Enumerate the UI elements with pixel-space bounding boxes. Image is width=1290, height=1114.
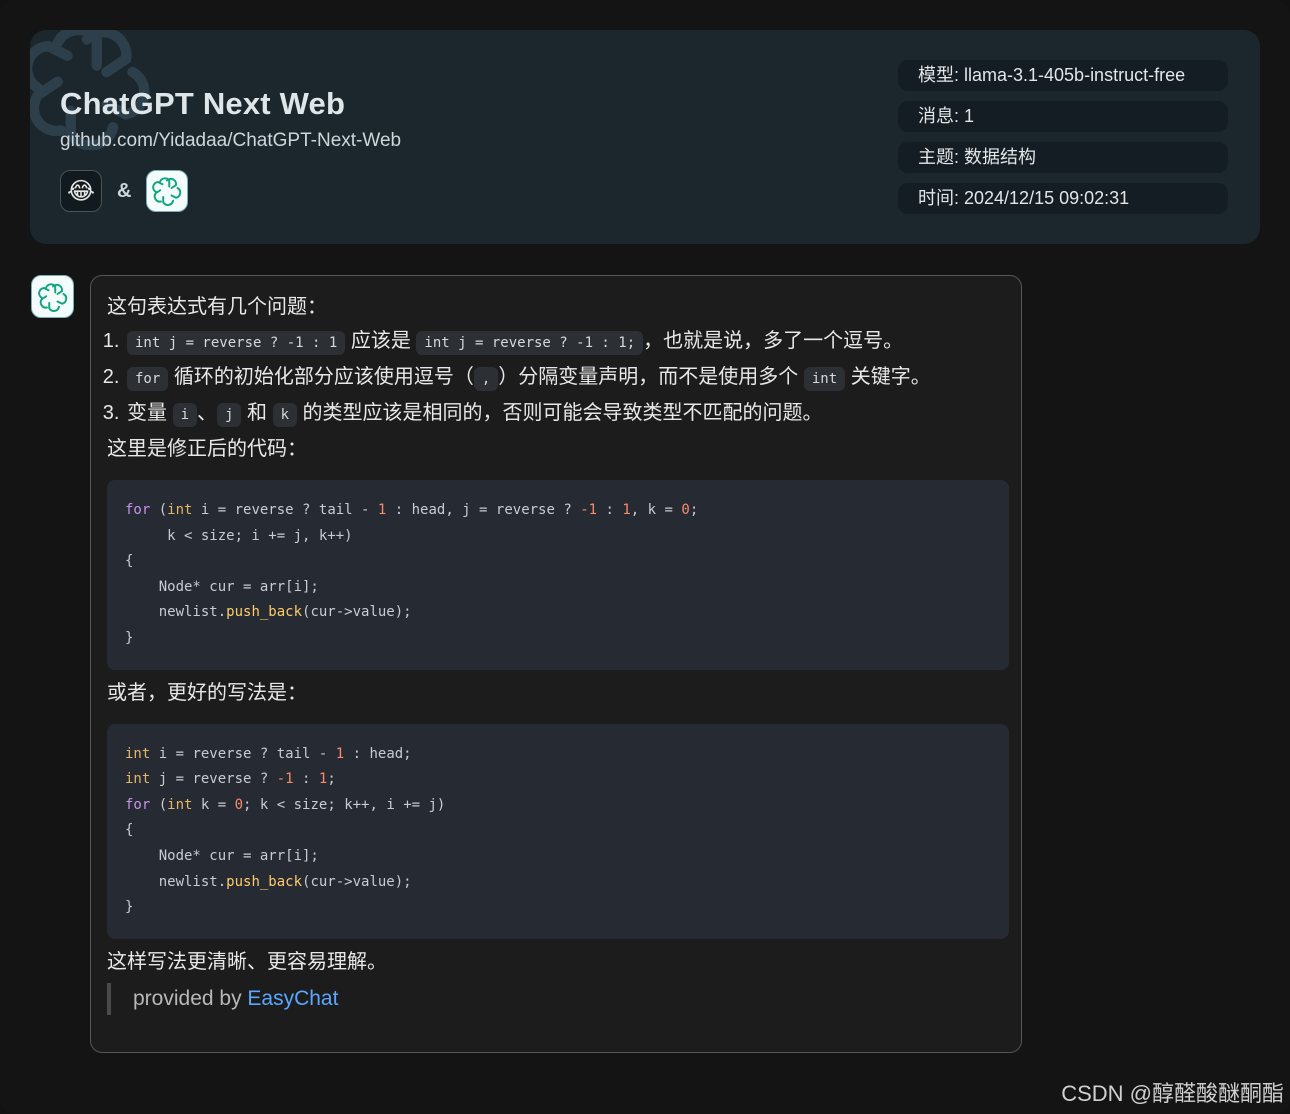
message-content: 这句表达式有几个问题： int j = reverse ? -1 : 1 应该是… (107, 290, 1009, 1015)
openai-logo-icon (37, 282, 67, 312)
message-bot-avatar (31, 275, 74, 318)
assistant-message-bubble: 这句表达式有几个问题： int j = reverse ? -1 : 1 应该是… (90, 275, 1022, 1053)
code-line: int i = reverse ? tail - 1 : head; (125, 745, 412, 762)
meta-time: 时间: 2024/12/15 09:02:31 (898, 183, 1228, 214)
list-item: 变量 i、j 和 k 的类型应该是相同的，否则可能会导致类型不匹配的问题。 (125, 396, 1009, 432)
chat-export-header: ChatGPT Next Web github.com/Yidadaa/Chat… (30, 30, 1260, 244)
code-block[interactable]: int i = reverse ? tail - 1 : head; int j … (107, 723, 1009, 939)
code-line: newlist.push_back(cur->value); (125, 604, 412, 621)
ampersand: & (117, 179, 132, 202)
inline-code: int (803, 367, 846, 391)
code-line: { (125, 553, 134, 570)
code-line: { (125, 822, 134, 839)
issue-list: int j = reverse ? -1 : 1 应该是 int j = rev… (107, 324, 1009, 432)
intro-text: 这句表达式有几个问题： (107, 296, 327, 318)
inline-code: k (272, 403, 297, 427)
inline-code: int j = reverse ? -1 : 1; (416, 331, 644, 355)
easychat-link[interactable]: EasyChat (247, 987, 338, 1010)
code-line: Node* cur = arr[i]; (125, 847, 319, 864)
csdn-watermark: CSDN @醇醛酸醚酮酯 (1061, 1081, 1284, 1106)
app-title: ChatGPT Next Web (60, 86, 346, 121)
code-line: newlist.push_back(cur->value); (125, 873, 412, 890)
chat-meta: 模型: llama-3.1-405b-instruct-free 消息: 1 主… (898, 60, 1228, 214)
participants: 😂 & (60, 170, 189, 212)
inline-code: i (172, 403, 197, 427)
code-line: for (int k = 0; k < size; k++, i += j) (125, 796, 446, 813)
code-line: k < size; i += j, k++) (125, 527, 353, 544)
code-line: } (125, 629, 134, 646)
user-avatar: 😂 (60, 170, 102, 212)
code-line: int j = reverse ? -1 : 1; (125, 771, 336, 788)
meta-topic: 主题: 数据结构 (898, 142, 1228, 173)
provided-by-quote: provided by EasyChat (107, 982, 1009, 1015)
list-item: int j = reverse ? -1 : 1 应该是 int j = rev… (125, 324, 1009, 360)
meta-messages: 消息: 1 (898, 101, 1228, 132)
code-line: for (int i = reverse ? tail - 1 : head, … (125, 502, 699, 518)
inline-code: for (127, 367, 169, 391)
inline-code: j (217, 403, 242, 427)
inline-code: , (473, 367, 499, 391)
conclusion-text: 这样写法更清晰、更容易理解。 (107, 950, 387, 973)
code-line: Node* cur = arr[i]; (125, 578, 319, 595)
repo-url: github.com/Yidadaa/ChatGPT-Next-Web (60, 130, 402, 151)
openai-logo-icon (152, 177, 182, 206)
code-line: } (125, 899, 134, 916)
laughing-emoji-icon: 😂 (66, 177, 96, 205)
better-code-label: 或者，更好的写法是： (107, 681, 307, 704)
fixed-code-label: 这里是修正后的代码： (107, 438, 307, 460)
app-window: ChatGPT Next Web github.com/Yidadaa/Chat… (0, 0, 1290, 1114)
code-block[interactable]: for (int i = reverse ? tail - 1 : head, … (107, 480, 1009, 670)
inline-code: int j = reverse ? -1 : 1 (127, 331, 346, 355)
meta-model: 模型: llama-3.1-405b-instruct-free (898, 60, 1228, 91)
bot-avatar (146, 170, 189, 212)
list-item: for 循环的初始化部分应该使用逗号（,）分隔变量声明，而不是使用多个 int … (125, 360, 1009, 396)
